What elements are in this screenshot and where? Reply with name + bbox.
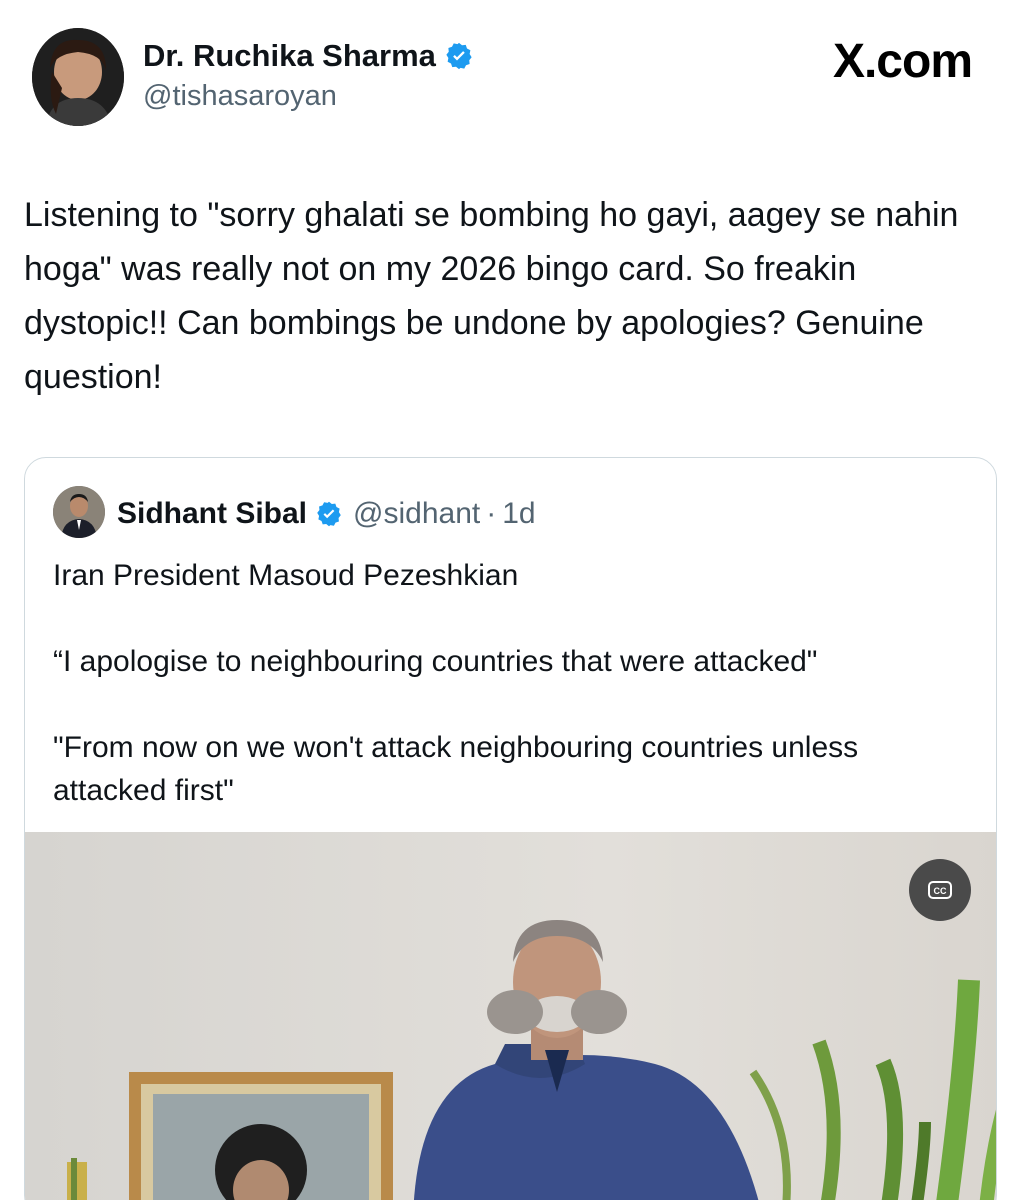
quoted-paragraph-2: “I apologise to neighbouring countries t… (53, 645, 818, 678)
quoted-post-header: Sidhant Sibal @sidhant · 1d (117, 494, 536, 534)
verified-badge-icon (446, 42, 472, 70)
quoted-paragraph-1: Iran President Masoud Pezeshkian (53, 559, 519, 592)
quoted-post-text: Iran President Masoud Pezeshkian “I apol… (53, 554, 973, 812)
brand-logo: X.com (832, 35, 973, 88)
svg-text:CC: CC (934, 886, 947, 896)
closed-captions-button[interactable]: CC (909, 859, 971, 921)
quoted-author-name[interactable]: Sidhant Sibal (117, 497, 307, 531)
author-avatar-image (32, 28, 124, 126)
quoted-author-handle[interactable]: @sidhant (353, 497, 480, 531)
quoted-post-timestamp[interactable]: 1d (502, 497, 535, 531)
author-avatar[interactable] (32, 28, 124, 126)
video-frame-image (25, 832, 996, 1200)
post-text: Listening to "sorry ghalati se bombing h… (24, 196, 959, 396)
quoted-post-card[interactable]: Sidhant Sibal @sidhant · 1d Iran Preside… (24, 457, 997, 1200)
header-separator: · (486, 497, 497, 530)
quoted-post-video[interactable]: CC (25, 832, 996, 1200)
quoted-author-avatar-image (53, 486, 105, 538)
author-handle[interactable]: @tishasaroyan (143, 80, 337, 113)
verified-badge-icon (317, 501, 341, 527)
quoted-paragraph-3: "From now on we won't attack neighbourin… (53, 731, 859, 807)
quoted-author-avatar[interactable] (53, 486, 105, 538)
author-name-text: Dr. Ruchika Sharma (143, 38, 436, 73)
closed-captions-icon: CC (928, 881, 952, 899)
author-name[interactable]: Dr. Ruchika Sharma (143, 38, 474, 74)
